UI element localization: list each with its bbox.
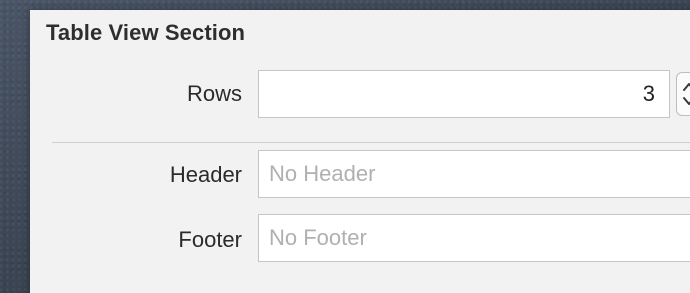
divider: [52, 142, 690, 143]
header-field[interactable]: No Header: [258, 150, 690, 198]
footer-label: Footer: [178, 227, 242, 252]
section-title: Table View Section: [46, 20, 246, 45]
rows-stepper[interactable]: [676, 72, 690, 116]
rows-label: Rows: [186, 81, 242, 106]
table-view-section-inspector: Table View Section Rows 3 Header No Head…: [30, 10, 690, 293]
header-label: Header: [169, 162, 242, 187]
rows-field[interactable]: 3: [258, 70, 670, 118]
footer-field[interactable]: No Footer: [258, 214, 690, 262]
stepper-icon: [683, 83, 690, 105]
